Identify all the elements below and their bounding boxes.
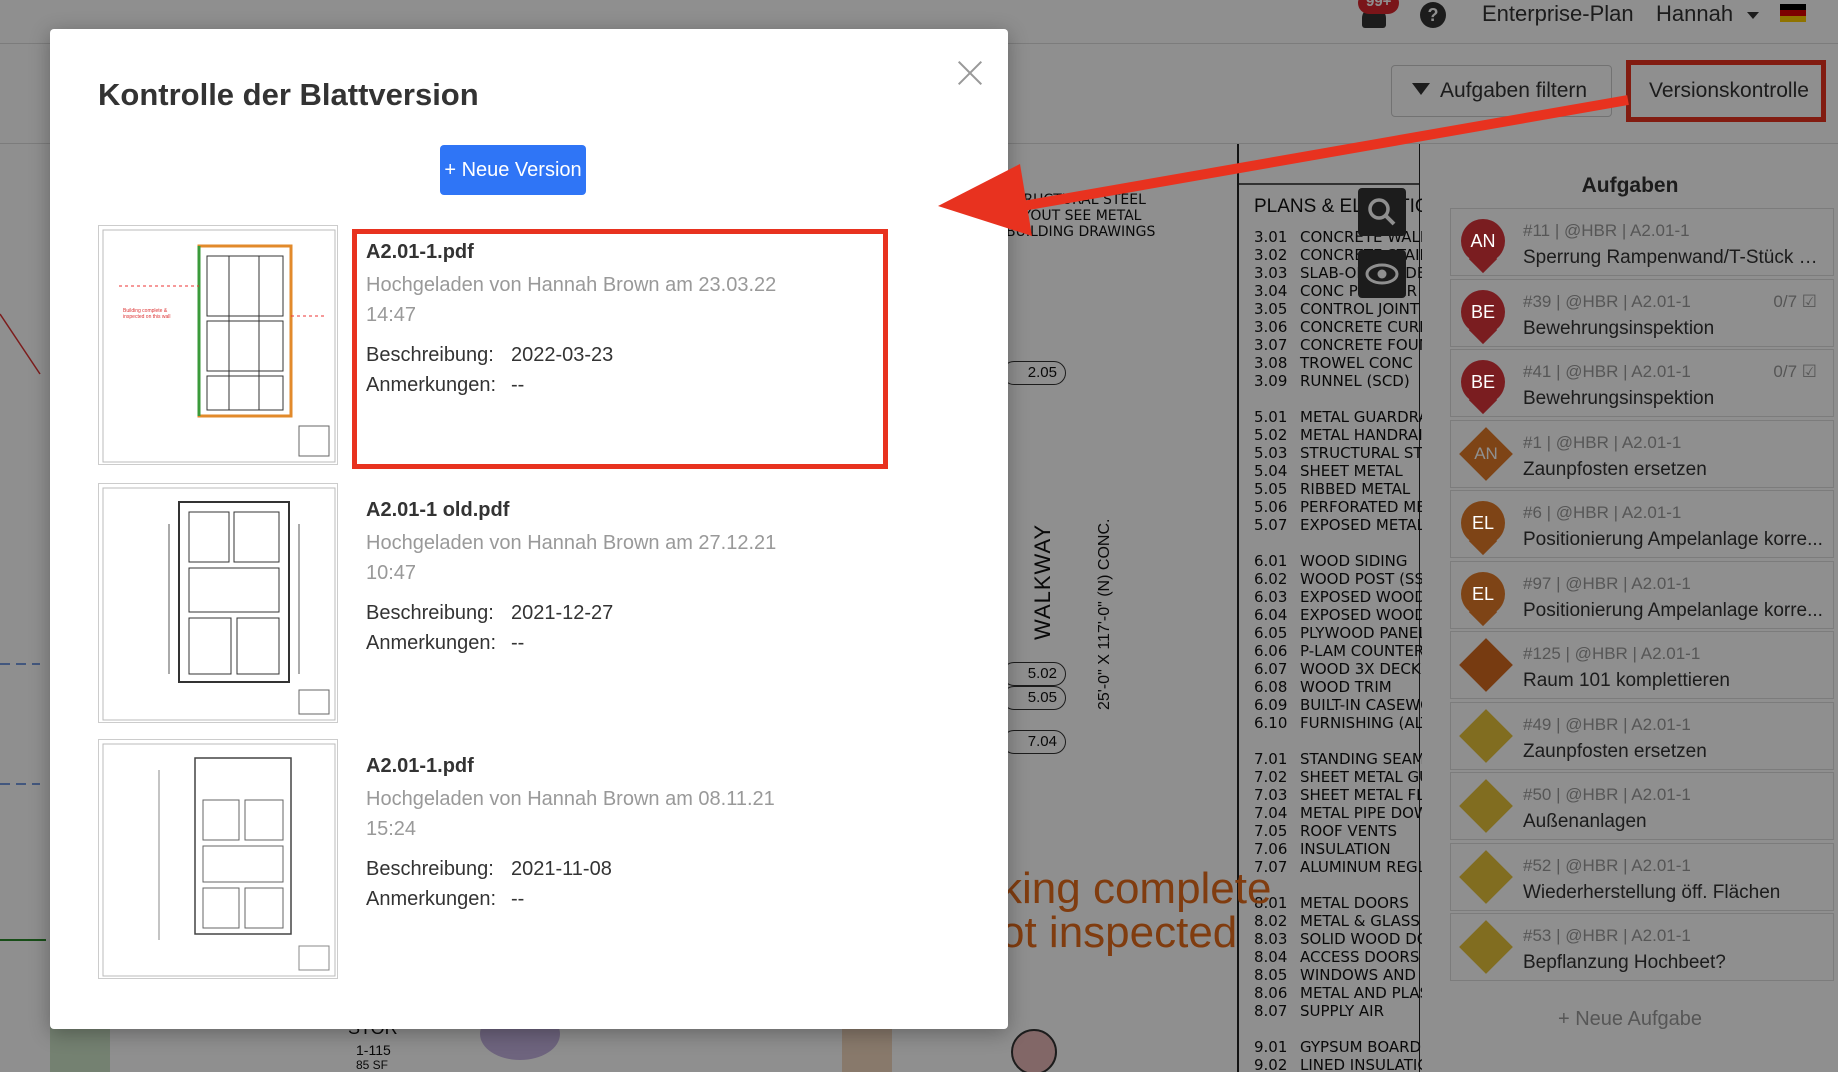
- version-description-row: Beschreibung: 2021-11-08: [366, 854, 886, 884]
- task-badge: AN: [1470, 231, 1496, 251]
- version-description-row: Beschreibung: 2021-12-27: [366, 598, 886, 628]
- sheet-thumbnail-drawing: [102, 487, 336, 721]
- version-filename: A2.01-1 old.pdf: [366, 499, 510, 521]
- task-badge: BE: [1470, 301, 1495, 322]
- sheet-thumbnail-drawing: [102, 229, 336, 463]
- map-pin-icon: EL: [1461, 571, 1505, 626]
- version-control-modal: Kontrolle der Blattversion + Neue Versio…: [50, 29, 1008, 1029]
- version-uploaded: Hochgeladen von Hannah Brown am 27.12.21…: [366, 532, 777, 584]
- version-notes-row: Anmerkungen: --: [366, 884, 886, 914]
- version-description: 2021-12-27: [511, 602, 614, 624]
- modal-title: Kontrolle der Blattversion: [98, 77, 479, 112]
- map-pin-icon: BE: [1461, 289, 1505, 344]
- sheet-thumbnail[interactable]: [98, 483, 338, 723]
- thumbnail-markup-note: Building complete & inspected on this wa…: [123, 308, 171, 320]
- notes-key: Anmerkungen:: [366, 632, 497, 654]
- version-uploaded: Hochgeladen von Hannah Brown am 08.11.21…: [366, 788, 775, 840]
- version-notes: --: [511, 632, 525, 654]
- new-version-button[interactable]: + Neue Version: [440, 145, 586, 195]
- version-description: 2021-11-08: [511, 858, 612, 880]
- close-icon[interactable]: [956, 59, 984, 87]
- version-item[interactable]: A2.01-1.pdf Hochgeladen von Hannah Brown…: [98, 739, 938, 979]
- map-pin-icon: BE: [1461, 360, 1505, 415]
- version-details: A2.01-1.pdf Hochgeladen von Hannah Brown…: [366, 755, 886, 914]
- map-pin-icon: EL: [1461, 501, 1505, 556]
- version-details: A2.01-1 old.pdf Hochgeladen von Hannah B…: [366, 499, 886, 658]
- version-notes: --: [511, 888, 525, 910]
- task-badge: BE: [1470, 372, 1495, 392]
- current-version-highlight: [352, 229, 888, 469]
- map-pin-icon: AN: [1461, 219, 1505, 274]
- sheet-thumbnail-drawing: [102, 743, 336, 977]
- version-item[interactable]: A2.01-1 old.pdf Hochgeladen von Hannah B…: [98, 483, 938, 723]
- sheet-thumbnail[interactable]: Building complete & inspected on this wa…: [98, 225, 338, 465]
- description-key: Beschreibung:: [366, 602, 494, 624]
- notes-key: Anmerkungen:: [366, 888, 497, 910]
- description-key: Beschreibung:: [366, 858, 494, 880]
- task-badge: EL: [1471, 513, 1495, 533]
- version-notes-row: Anmerkungen: --: [366, 628, 886, 658]
- task-badge: EL: [1471, 583, 1495, 604]
- sheet-thumbnail[interactable]: [98, 739, 338, 979]
- version-filename: A2.01-1.pdf: [366, 755, 474, 777]
